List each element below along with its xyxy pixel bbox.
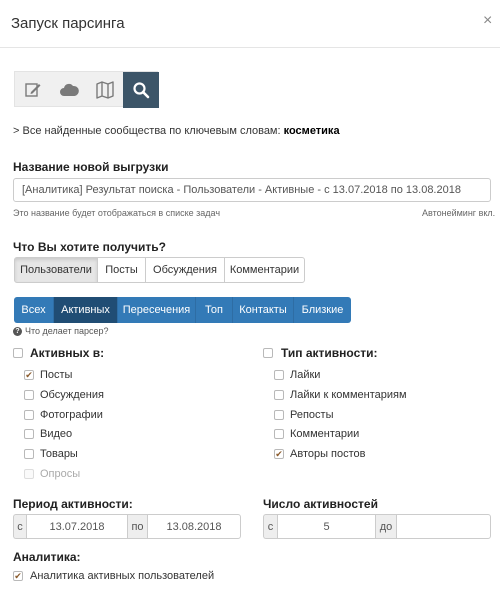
cloud-icon[interactable]: [51, 72, 87, 108]
checkbox-comments-label[interactable]: Комментарии: [290, 428, 359, 440]
close-icon[interactable]: ×: [483, 12, 492, 30]
checkbox-comment-likes[interactable]: [274, 390, 284, 400]
checkbox-likes[interactable]: [274, 370, 284, 380]
checkbox-likes-label[interactable]: Лайки: [290, 369, 320, 381]
tab-close-friends[interactable]: Близкие: [294, 297, 351, 323]
count-from-input[interactable]: 5: [277, 514, 376, 539]
parser-help-link[interactable]: ? Что делает парсер?: [13, 326, 108, 336]
export-name-hint: Это название будет отображаться в списке…: [13, 208, 221, 218]
checkbox-reposts-label[interactable]: Репосты: [290, 409, 334, 421]
analytics-checkbox-label[interactable]: Аналитика активных пользователей: [30, 570, 214, 582]
period-to-prefix: по: [128, 514, 147, 539]
activity-type-title: Тип активности:: [281, 346, 378, 360]
tab-active[interactable]: Активных: [54, 297, 118, 323]
what-to-get-label: Что Вы хотите получить?: [13, 240, 166, 254]
checkbox-video[interactable]: [24, 429, 34, 439]
checkbox-polls: [24, 469, 34, 479]
autonaming-toggle[interactable]: Автонейминг вкл.: [422, 208, 495, 218]
checkbox-post-authors-label[interactable]: Авторы постов: [290, 448, 366, 460]
search-keyword: косметика: [283, 125, 340, 137]
checkbox-posts[interactable]: [24, 370, 34, 380]
tab-top[interactable]: Топ: [196, 297, 233, 323]
checkbox-photos[interactable]: [24, 410, 34, 420]
option-comments[interactable]: Комментарии: [224, 257, 305, 283]
analytics-checkbox[interactable]: [13, 571, 23, 581]
period-to-input[interactable]: 13.08.2018: [147, 514, 241, 539]
count-label: Число активностей: [263, 497, 378, 511]
option-users[interactable]: Пользователи: [14, 257, 98, 283]
active-in-all-checkbox[interactable]: [13, 348, 23, 358]
checkbox-comments[interactable]: [274, 429, 284, 439]
option-posts[interactable]: Посты: [97, 257, 146, 283]
activity-type-all-checkbox[interactable]: [263, 348, 273, 358]
tab-contacts[interactable]: Контакты: [233, 297, 294, 323]
tab-intersections[interactable]: Пересечения: [118, 297, 196, 323]
checkbox-photos-label[interactable]: Фотографии: [40, 409, 103, 421]
source-toolbar: [14, 71, 159, 108]
period-from-prefix: с: [13, 514, 26, 539]
edit-icon[interactable]: [15, 72, 51, 108]
checkbox-video-label[interactable]: Видео: [40, 428, 72, 440]
checkbox-posts-label[interactable]: Посты: [40, 369, 72, 381]
active-in-title: Активных в:: [30, 346, 105, 360]
checkbox-polls-label: Опросы: [40, 468, 81, 480]
checkbox-comment-likes-label[interactable]: Лайки к комментариям: [290, 389, 407, 401]
checkbox-discussions[interactable]: [24, 390, 34, 400]
count-from-prefix: с: [263, 514, 277, 539]
dialog-header: Запуск парсинга ×: [0, 0, 500, 48]
search-info: > Все найденные сообщества по ключевым с…: [13, 125, 340, 137]
checkbox-post-authors[interactable]: [274, 449, 284, 459]
count-to-prefix: до: [376, 514, 396, 539]
dialog-title: Запуск парсинга: [11, 15, 125, 32]
checkbox-goods[interactable]: [24, 449, 34, 459]
count-to-input[interactable]: [396, 514, 491, 539]
period-label: Период активности:: [13, 497, 133, 511]
export-name-input[interactable]: [Аналитика] Результат поиска - Пользоват…: [13, 178, 491, 202]
export-name-label: Название новой выгрузки: [13, 160, 169, 174]
checkbox-discussions-label[interactable]: Обсуждения: [40, 389, 104, 401]
tab-all[interactable]: Всех: [14, 297, 54, 323]
parser-help-text: Что делает парсер?: [25, 326, 109, 336]
search-icon[interactable]: [123, 72, 159, 108]
period-from-input[interactable]: 13.07.2018: [26, 514, 128, 539]
analytics-label: Аналитика:: [13, 550, 81, 564]
checkbox-reposts[interactable]: [274, 410, 284, 420]
checkbox-goods-label[interactable]: Товары: [40, 448, 78, 460]
question-icon: ?: [13, 326, 22, 336]
search-info-prefix: > Все найденные сообщества по ключевым с…: [13, 125, 284, 137]
map-icon[interactable]: [87, 72, 123, 108]
option-discussions[interactable]: Обсуждения: [145, 257, 225, 283]
